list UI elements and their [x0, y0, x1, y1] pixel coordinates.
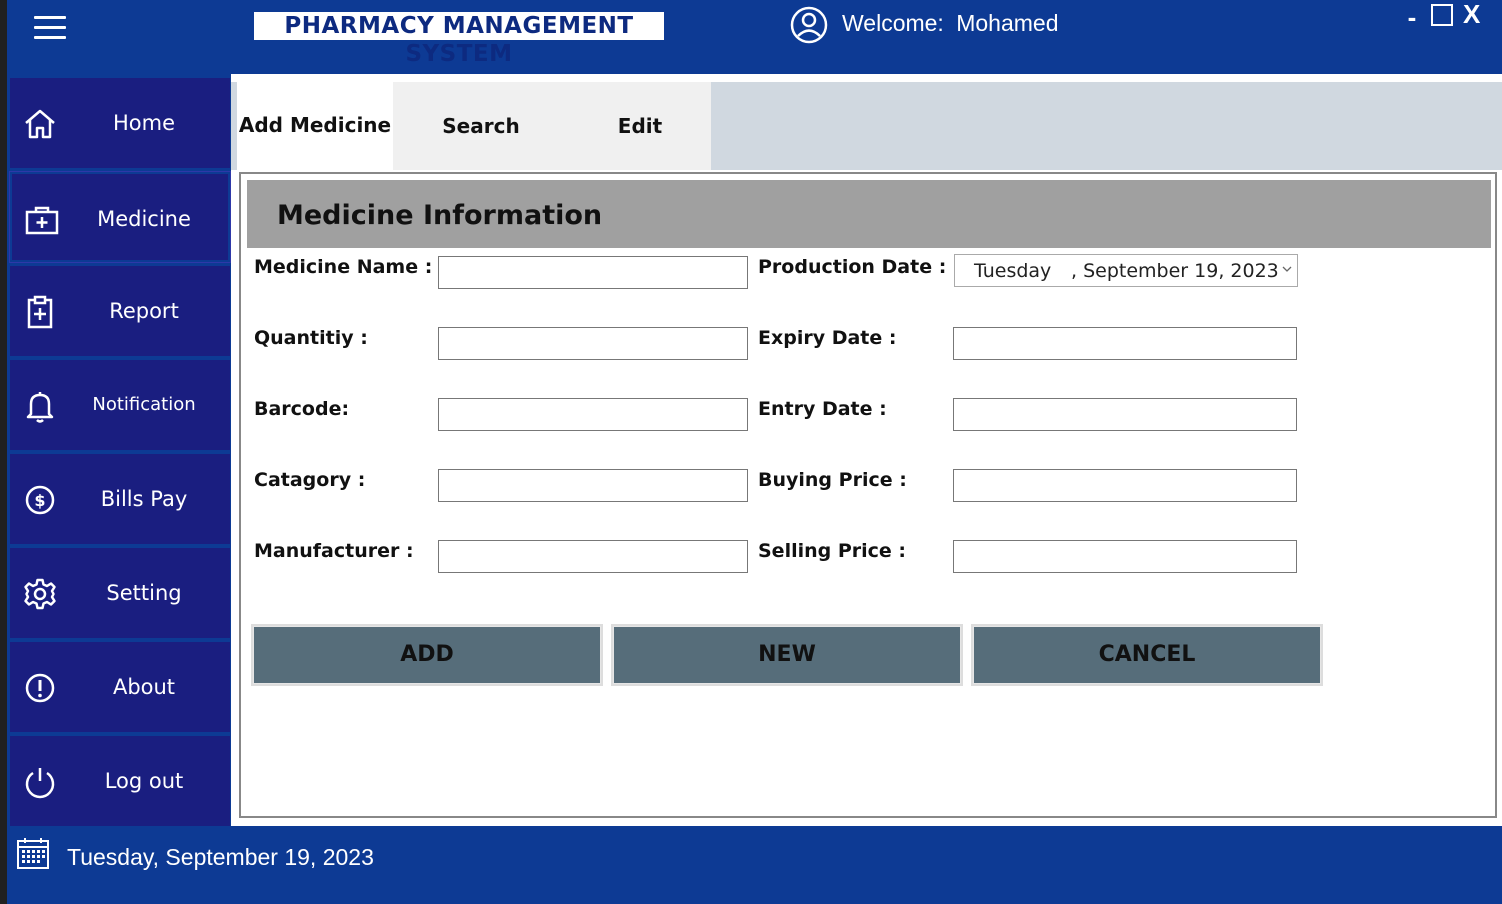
app-title: PHARMACY MANAGEMENT SYSTEM: [254, 12, 664, 67]
sidebar-item-home[interactable]: Home: [10, 78, 230, 168]
header-bar: PHARMACY MANAGEMENT SYSTEM Welcome: Moha…: [7, 0, 1502, 74]
selling-price-input[interactable]: [953, 540, 1297, 573]
barcode-input[interactable]: [438, 398, 748, 431]
barcode-label: Barcode:: [254, 398, 350, 420]
sidebar-item-notification[interactable]: Notification: [10, 360, 230, 450]
sidebar-item-report[interactable]: Report: [10, 266, 230, 356]
sidebar-item-medicine[interactable]: Medicine: [9, 171, 231, 263]
window-edge: [0, 0, 7, 904]
dollar-circle-icon: $: [25, 485, 55, 515]
close-button[interactable]: X: [1463, 0, 1480, 30]
selling-price-label: Selling Price :: [758, 540, 907, 562]
medical-bag-icon: [25, 206, 59, 235]
date-picker-day: Tuesday: [974, 260, 1052, 282]
gear-icon: [24, 578, 56, 610]
expiry-date-input[interactable]: [953, 327, 1297, 360]
clipboard-plus-icon: [27, 295, 53, 329]
app-window: PHARMACY MANAGEMENT SYSTEM Welcome: Moha…: [0, 0, 1502, 904]
manufacturer-label: Manufacturer :: [254, 540, 414, 562]
sidebar-item-bills-pay[interactable]: $ Bills Pay: [10, 454, 230, 544]
category-label: Catagory :: [254, 469, 366, 491]
quantity-label: Quantitiy :: [254, 327, 368, 349]
entry-date-input[interactable]: [953, 398, 1297, 431]
maximize-button[interactable]: [1431, 4, 1453, 26]
buying-price-label: Buying Price :: [758, 469, 907, 491]
sidebar-item-about[interactable]: About: [10, 642, 230, 732]
minimize-button[interactable]: -: [1405, 2, 1419, 33]
tab-edit-medicine[interactable]: Edit Medicine: [569, 82, 711, 226]
tab-add-medicine[interactable]: Add Medicine: [237, 82, 393, 170]
welcome-text: Welcome: Mohamed: [842, 10, 1059, 37]
sidebar: Home Medicine Report Notification $ Bill…: [7, 74, 231, 826]
add-button[interactable]: ADD: [253, 626, 601, 684]
sidebar-item-label: Medicine: [97, 207, 191, 231]
svg-text:$: $: [34, 491, 45, 510]
panel-header: Medicine Information: [247, 180, 1491, 248]
welcome-label: Welcome:: [842, 10, 944, 36]
sidebar-item-label: Log out: [104, 769, 184, 793]
expiry-date-label: Expiry Date :: [758, 327, 897, 349]
cancel-button[interactable]: CANCEL: [973, 626, 1321, 684]
sidebar-item-label: Report: [109, 299, 179, 323]
sidebar-item-label: Bills Pay: [100, 487, 188, 511]
sidebar-item-label: Notification: [92, 394, 196, 415]
manufacturer-input[interactable]: [438, 540, 748, 573]
sidebar-item-logout[interactable]: Log out: [10, 736, 230, 826]
panel-title: Medicine Information: [277, 200, 603, 231]
medicine-name-label: Medicine Name :: [254, 256, 433, 278]
bell-icon: [26, 392, 54, 423]
home-icon: [25, 109, 55, 139]
buying-price-input[interactable]: [953, 469, 1297, 502]
category-input[interactable]: [438, 469, 748, 502]
sidebar-item-setting[interactable]: Setting: [10, 548, 230, 638]
tab-search-medicine[interactable]: Search Medicine: [393, 82, 569, 226]
user-name: Mohamed: [956, 10, 1059, 36]
production-date-picker[interactable]: Tuesday , September 19, 2023: [954, 254, 1298, 287]
production-date-label: Production Date :: [758, 256, 947, 278]
tab-strip: Add Medicine Search Medicine Edit Medici…: [231, 82, 1502, 226]
chevron-down-icon: [1282, 266, 1292, 272]
main-content: Add Medicine Search Medicine Edit Medici…: [231, 74, 1502, 826]
entry-date-label: Entry Date :: [758, 398, 887, 420]
calendar-icon: [17, 838, 49, 869]
quantity-input[interactable]: [438, 327, 748, 360]
medicine-name-input[interactable]: [438, 256, 748, 289]
power-icon: [25, 768, 55, 799]
info-circle-icon: [25, 673, 55, 703]
medicine-form-panel: Medicine Information Medicine Name : Qua…: [239, 172, 1497, 818]
new-button[interactable]: NEW: [613, 626, 961, 684]
user-account-icon: [790, 6, 828, 44]
sidebar-item-label: Setting: [106, 581, 182, 605]
date-picker-date: , September 19, 2023: [1071, 260, 1279, 282]
sidebar-item-label: About: [112, 675, 176, 699]
current-date: Tuesday, September 19, 2023: [67, 844, 374, 870]
hamburger-menu-icon[interactable]: [34, 16, 66, 44]
sidebar-item-label: Home: [112, 111, 175, 135]
status-bar: Tuesday, September 19, 2023: [7, 826, 1502, 904]
